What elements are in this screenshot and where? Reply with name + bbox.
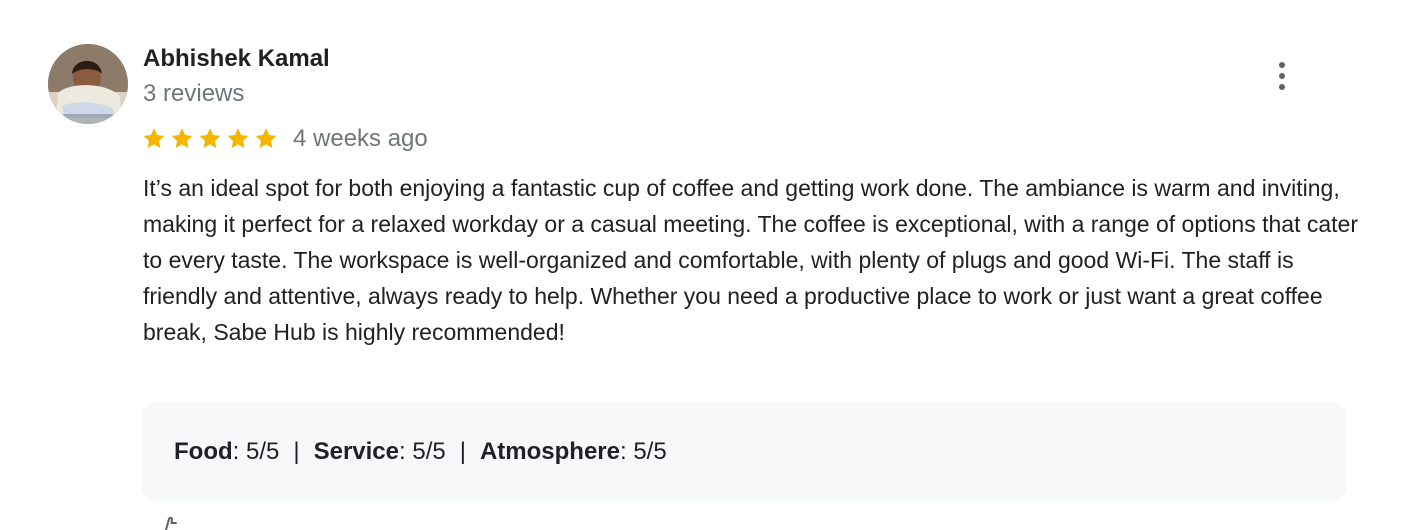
review-text: It’s an ideal spot for both enjoying a f… bbox=[143, 175, 1358, 345]
attribute-value: 5/5 bbox=[412, 437, 446, 465]
rating-row: 4 weeks ago bbox=[141, 123, 428, 155]
attribute-separator: : bbox=[399, 437, 413, 465]
attribute-label: Food bbox=[174, 437, 233, 465]
attribute-atmosphere: Atmosphere: 5/5 bbox=[480, 438, 667, 466]
more-vertical-icon bbox=[1279, 62, 1285, 68]
more-vertical-icon-dot bbox=[1279, 84, 1285, 90]
attribute-value: 5/5 bbox=[245, 437, 280, 465]
attribute-food: Food: 5/5 bbox=[174, 438, 279, 466]
user-photo-avatar-icon bbox=[48, 44, 128, 124]
avatar[interactable] bbox=[48, 44, 128, 124]
star-icon bbox=[227, 128, 249, 148]
attribute-divider: | bbox=[293, 437, 300, 465]
reviewer-name[interactable]: Abhishek Kamal bbox=[143, 45, 330, 73]
attribute-divider: | bbox=[459, 437, 466, 465]
star-icon bbox=[171, 128, 193, 148]
review-time: 4 weeks ago bbox=[293, 125, 428, 152]
review-count[interactable]: 3 reviews bbox=[143, 80, 244, 108]
star-icon bbox=[199, 128, 221, 148]
review-attributes: Food: 5/5 | Service: 5/5 | Atmosphere: 5… bbox=[142, 402, 1346, 501]
more-options-button[interactable] bbox=[1266, 58, 1298, 94]
attribute-value: 5/5 bbox=[633, 437, 667, 465]
attribute-label: Service bbox=[313, 437, 399, 465]
more-vertical-icon-dot bbox=[1279, 73, 1285, 79]
attribute-separator: : bbox=[619, 437, 634, 465]
star-rating bbox=[141, 126, 279, 152]
star-icon bbox=[143, 128, 165, 148]
attribute-service: Service: 5/5 bbox=[314, 438, 446, 466]
star-icon bbox=[255, 128, 277, 148]
attribute-separator: : bbox=[232, 437, 246, 465]
attribute-label: Atmosphere bbox=[479, 437, 620, 465]
